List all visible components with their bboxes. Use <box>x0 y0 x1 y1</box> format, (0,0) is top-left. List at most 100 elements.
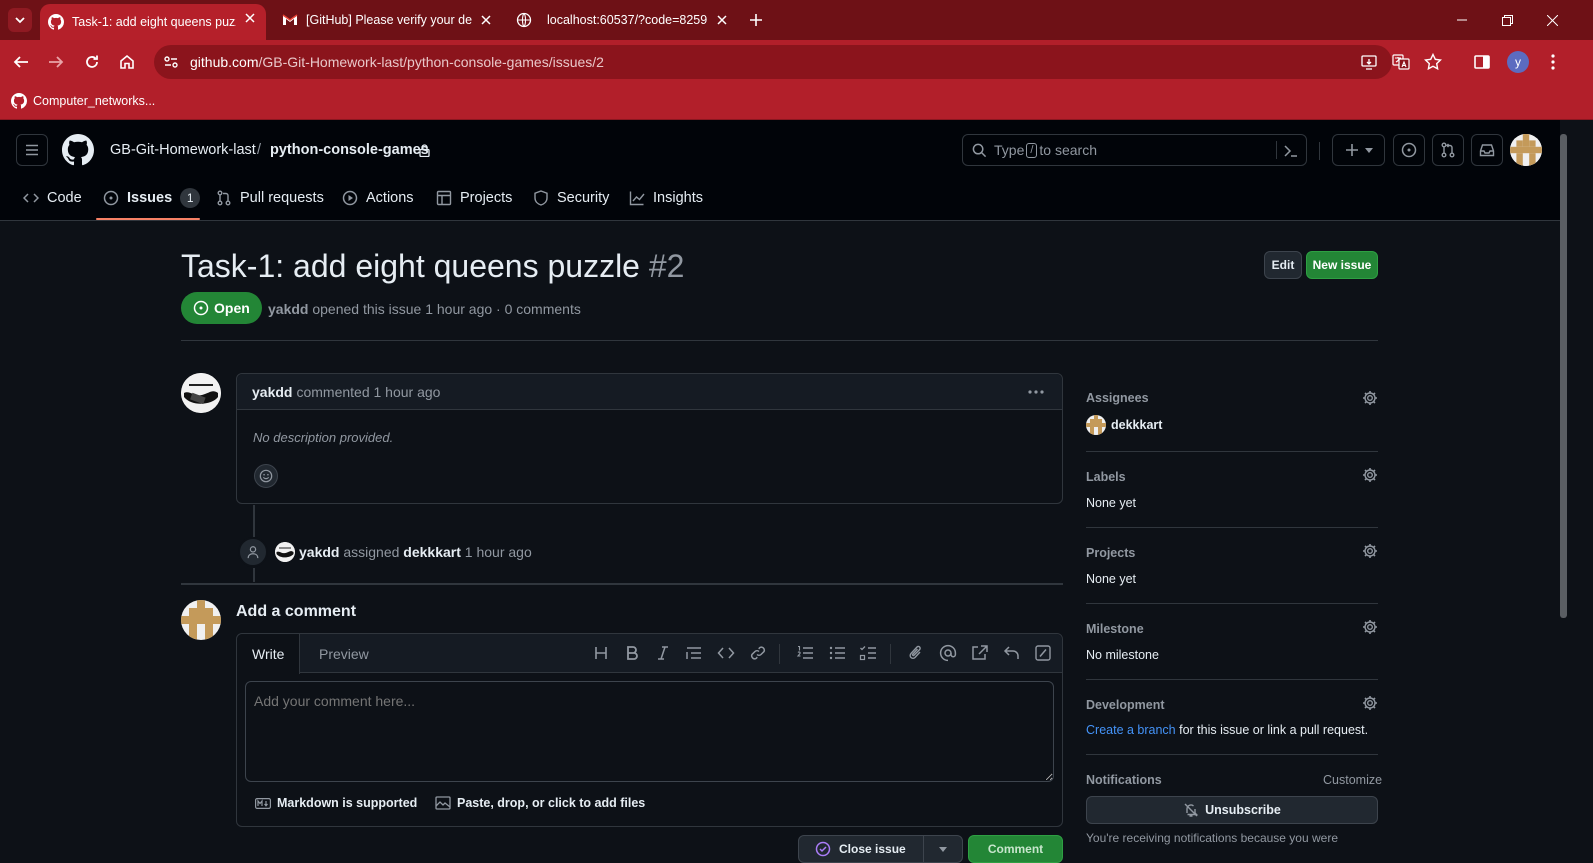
slash-command-icon[interactable] <box>1034 644 1052 662</box>
issue-closed-icon <box>815 841 831 857</box>
tab-preview[interactable]: Preview <box>304 634 384 673</box>
restore-button[interactable] <box>1497 10 1517 30</box>
tab-issues[interactable]: Issues 1 <box>103 180 201 216</box>
person-badge <box>238 537 268 567</box>
inbox-icon <box>1479 144 1495 157</box>
code-icon[interactable] <box>717 644 735 662</box>
actor-avatar[interactable] <box>275 542 295 562</box>
user-avatar[interactable] <box>1510 134 1542 166</box>
tab-search-button[interactable] <box>8 8 32 32</box>
comment-textarea[interactable] <box>245 681 1054 782</box>
close-tab-button[interactable] <box>478 12 494 28</box>
task-list-icon[interactable] <box>859 644 877 662</box>
quote-icon[interactable] <box>685 644 703 662</box>
bookmark-label: Computer_networks... <box>33 94 156 108</box>
unordered-list-icon[interactable] <box>828 644 846 662</box>
translate-icon[interactable] <box>1392 53 1410 71</box>
close-issue-dropdown[interactable] <box>923 835 963 863</box>
home-button[interactable] <box>115 50 139 74</box>
tab-security[interactable]: Security <box>533 180 609 216</box>
add-reaction-button[interactable] <box>254 464 278 488</box>
issue-number: #2 <box>648 248 685 284</box>
search-divider <box>1276 141 1277 159</box>
close-issue-button[interactable]: Close issue <box>798 835 924 863</box>
browser-menu-button[interactable] <box>1541 50 1565 74</box>
issue-state-badge: Open <box>181 292 262 324</box>
arrow-right-icon <box>49 56 64 68</box>
pull-requests-button[interactable] <box>1432 134 1464 166</box>
tab-write[interactable]: Write <box>237 634 301 674</box>
notification-reason: You're receiving notifications because y… <box>1086 831 1338 845</box>
event-actor[interactable]: yakdd <box>299 544 339 560</box>
markdown-hint[interactable]: Markdown is supported <box>255 796 417 810</box>
user-avatar-image <box>181 373 221 413</box>
link-icon[interactable] <box>749 644 767 662</box>
minimize-button[interactable] <box>1452 10 1472 30</box>
comment-button[interactable]: Comment <box>968 835 1063 863</box>
tab-actions[interactable]: Actions <box>342 180 414 216</box>
milestone-value: No milestone <box>1086 648 1159 662</box>
close-window-button[interactable] <box>1542 10 1562 30</box>
global-nav-button[interactable] <box>16 134 48 166</box>
reply-icon[interactable] <box>1003 644 1021 662</box>
reload-button[interactable] <box>80 50 104 74</box>
profile-button[interactable]: y <box>1506 50 1530 74</box>
side-panel-button[interactable] <box>1470 50 1494 74</box>
install-app-icon[interactable] <box>1360 53 1378 71</box>
breadcrumb-repo[interactable]: python-console-games <box>270 142 429 158</box>
paperclip-icon[interactable] <box>907 644 925 662</box>
timeline-assigned-event: yakdd assigned dekkkart 1 hour ago <box>238 536 532 568</box>
bookmark-item[interactable]: Computer_networks... <box>11 93 155 109</box>
star-icon[interactable] <box>1424 53 1442 71</box>
address-bar[interactable]: github.com/GB-Git-Homework-last/python-c… <box>154 45 1442 79</box>
event-target[interactable]: dekkkart <box>403 544 461 560</box>
tab-issues-label: Issues <box>127 190 173 206</box>
back-button[interactable] <box>9 50 33 74</box>
comment-author-avatar[interactable] <box>181 373 221 413</box>
gear-icon[interactable] <box>1362 619 1378 635</box>
gear-icon[interactable] <box>1362 390 1378 406</box>
close-tab-button[interactable] <box>242 10 258 26</box>
development-description: for this issue or link a pull request. <box>1179 723 1369 737</box>
breadcrumb-owner[interactable]: GB-Git-Homework-last <box>110 142 256 158</box>
tab-insights-label: Insights <box>653 190 703 206</box>
customize-link[interactable]: Customize <box>1323 773 1382 787</box>
create-branch-link[interactable]: Create a branch <box>1086 723 1176 737</box>
browser-tab-active[interactable]: Task-1: add eight queens puzzle <box>40 4 266 40</box>
issue-author[interactable]: yakdd <box>268 301 308 317</box>
gear-icon[interactable] <box>1362 695 1378 711</box>
header-divider <box>1319 142 1320 160</box>
issues-button[interactable] <box>1393 134 1425 166</box>
unsubscribe-button[interactable]: Unsubscribe <box>1086 796 1378 824</box>
inbox-button[interactable] <box>1471 134 1503 166</box>
create-new-button[interactable] <box>1332 134 1385 166</box>
table-icon <box>436 190 452 206</box>
new-tab-button[interactable] <box>744 8 768 32</box>
kebab-horizontal-icon[interactable] <box>1028 390 1044 394</box>
search-input[interactable]: Type / to search <box>962 134 1307 166</box>
new-issue-button[interactable]: New issue <box>1306 251 1378 279</box>
ordered-list-icon[interactable] <box>796 644 814 662</box>
gear-icon[interactable] <box>1362 543 1378 559</box>
comment-author[interactable]: yakdd <box>252 384 292 400</box>
bold-icon[interactable] <box>623 644 641 662</box>
browser-tab-localhost[interactable]: localhost:60537/?code=825916 <box>508 6 738 34</box>
edit-button[interactable]: Edit <box>1264 251 1302 279</box>
browser-tab-gmail[interactable]: [GitHub] Please verify your device <box>274 6 502 34</box>
tab-code[interactable]: Code <box>23 180 82 216</box>
close-tab-button[interactable] <box>714 12 730 28</box>
command-palette-icon[interactable] <box>1283 143 1299 159</box>
mention-icon[interactable] <box>939 644 957 662</box>
attach-files-hint[interactable]: Paste, drop, or click to add files <box>435 796 645 810</box>
tab-projects[interactable]: Projects <box>436 180 512 216</box>
github-logo[interactable] <box>62 134 94 166</box>
assignee-item[interactable]: dekkkart <box>1086 415 1162 435</box>
scrollbar-thumb[interactable] <box>1560 134 1567 618</box>
cross-reference-icon[interactable] <box>971 644 989 662</box>
gear-icon[interactable] <box>1362 467 1378 483</box>
tab-pull-requests[interactable]: Pull requests <box>216 180 324 216</box>
tab-insights[interactable]: Insights <box>629 180 703 216</box>
forward-button[interactable] <box>44 50 68 74</box>
italic-icon[interactable] <box>654 644 672 662</box>
heading-icon[interactable] <box>592 644 610 662</box>
